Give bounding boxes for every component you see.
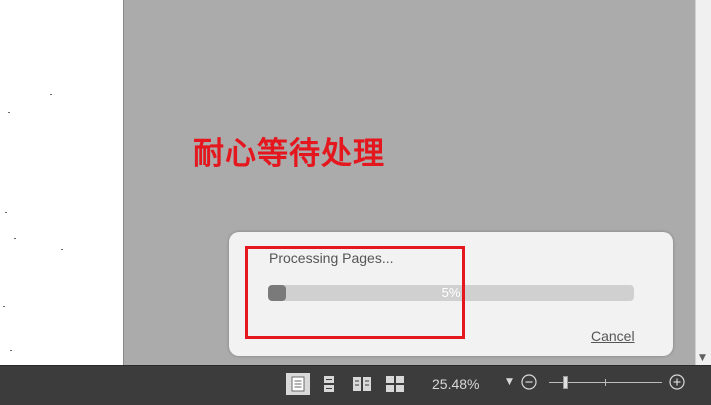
zoom-in-icon[interactable] bbox=[669, 374, 685, 390]
page-speck bbox=[50, 94, 52, 95]
zoom-slider-tick bbox=[605, 379, 606, 386]
page-speck bbox=[14, 238, 16, 239]
progress-percent: 5% bbox=[441, 285, 461, 300]
single-page-view-icon[interactable] bbox=[286, 373, 310, 395]
page-speck bbox=[10, 350, 12, 351]
processing-dialog: Processing Pages... 5% Cancel bbox=[229, 232, 673, 356]
zoom-dropdown-icon[interactable]: ▼ bbox=[506, 377, 513, 387]
continuous-view-icon[interactable] bbox=[317, 373, 341, 395]
thumbnail-panel[interactable] bbox=[0, 0, 124, 365]
zoom-slider[interactable] bbox=[549, 376, 662, 389]
page-speck bbox=[61, 249, 63, 250]
zoom-level: 25.48% bbox=[432, 376, 480, 392]
vertical-scrollbar[interactable]: ▼ bbox=[695, 0, 711, 365]
two-page-continuous-view-icon[interactable] bbox=[383, 373, 407, 395]
annotation-text: 耐心等待处理 bbox=[193, 136, 385, 172]
page-speck bbox=[5, 212, 7, 213]
two-page-view-icon[interactable] bbox=[350, 373, 374, 395]
cancel-button[interactable]: Cancel bbox=[591, 328, 635, 344]
progress-bar: 5% bbox=[268, 285, 634, 301]
page-speck bbox=[8, 112, 10, 113]
zoom-slider-thumb[interactable] bbox=[563, 376, 568, 389]
zoom-out-icon[interactable] bbox=[521, 374, 537, 390]
page-speck bbox=[3, 306, 5, 307]
dialog-title: Processing Pages... bbox=[269, 250, 394, 266]
scroll-down-arrow-icon[interactable]: ▼ bbox=[699, 353, 706, 363]
status-bar: 25.48% ▼ bbox=[0, 365, 711, 405]
